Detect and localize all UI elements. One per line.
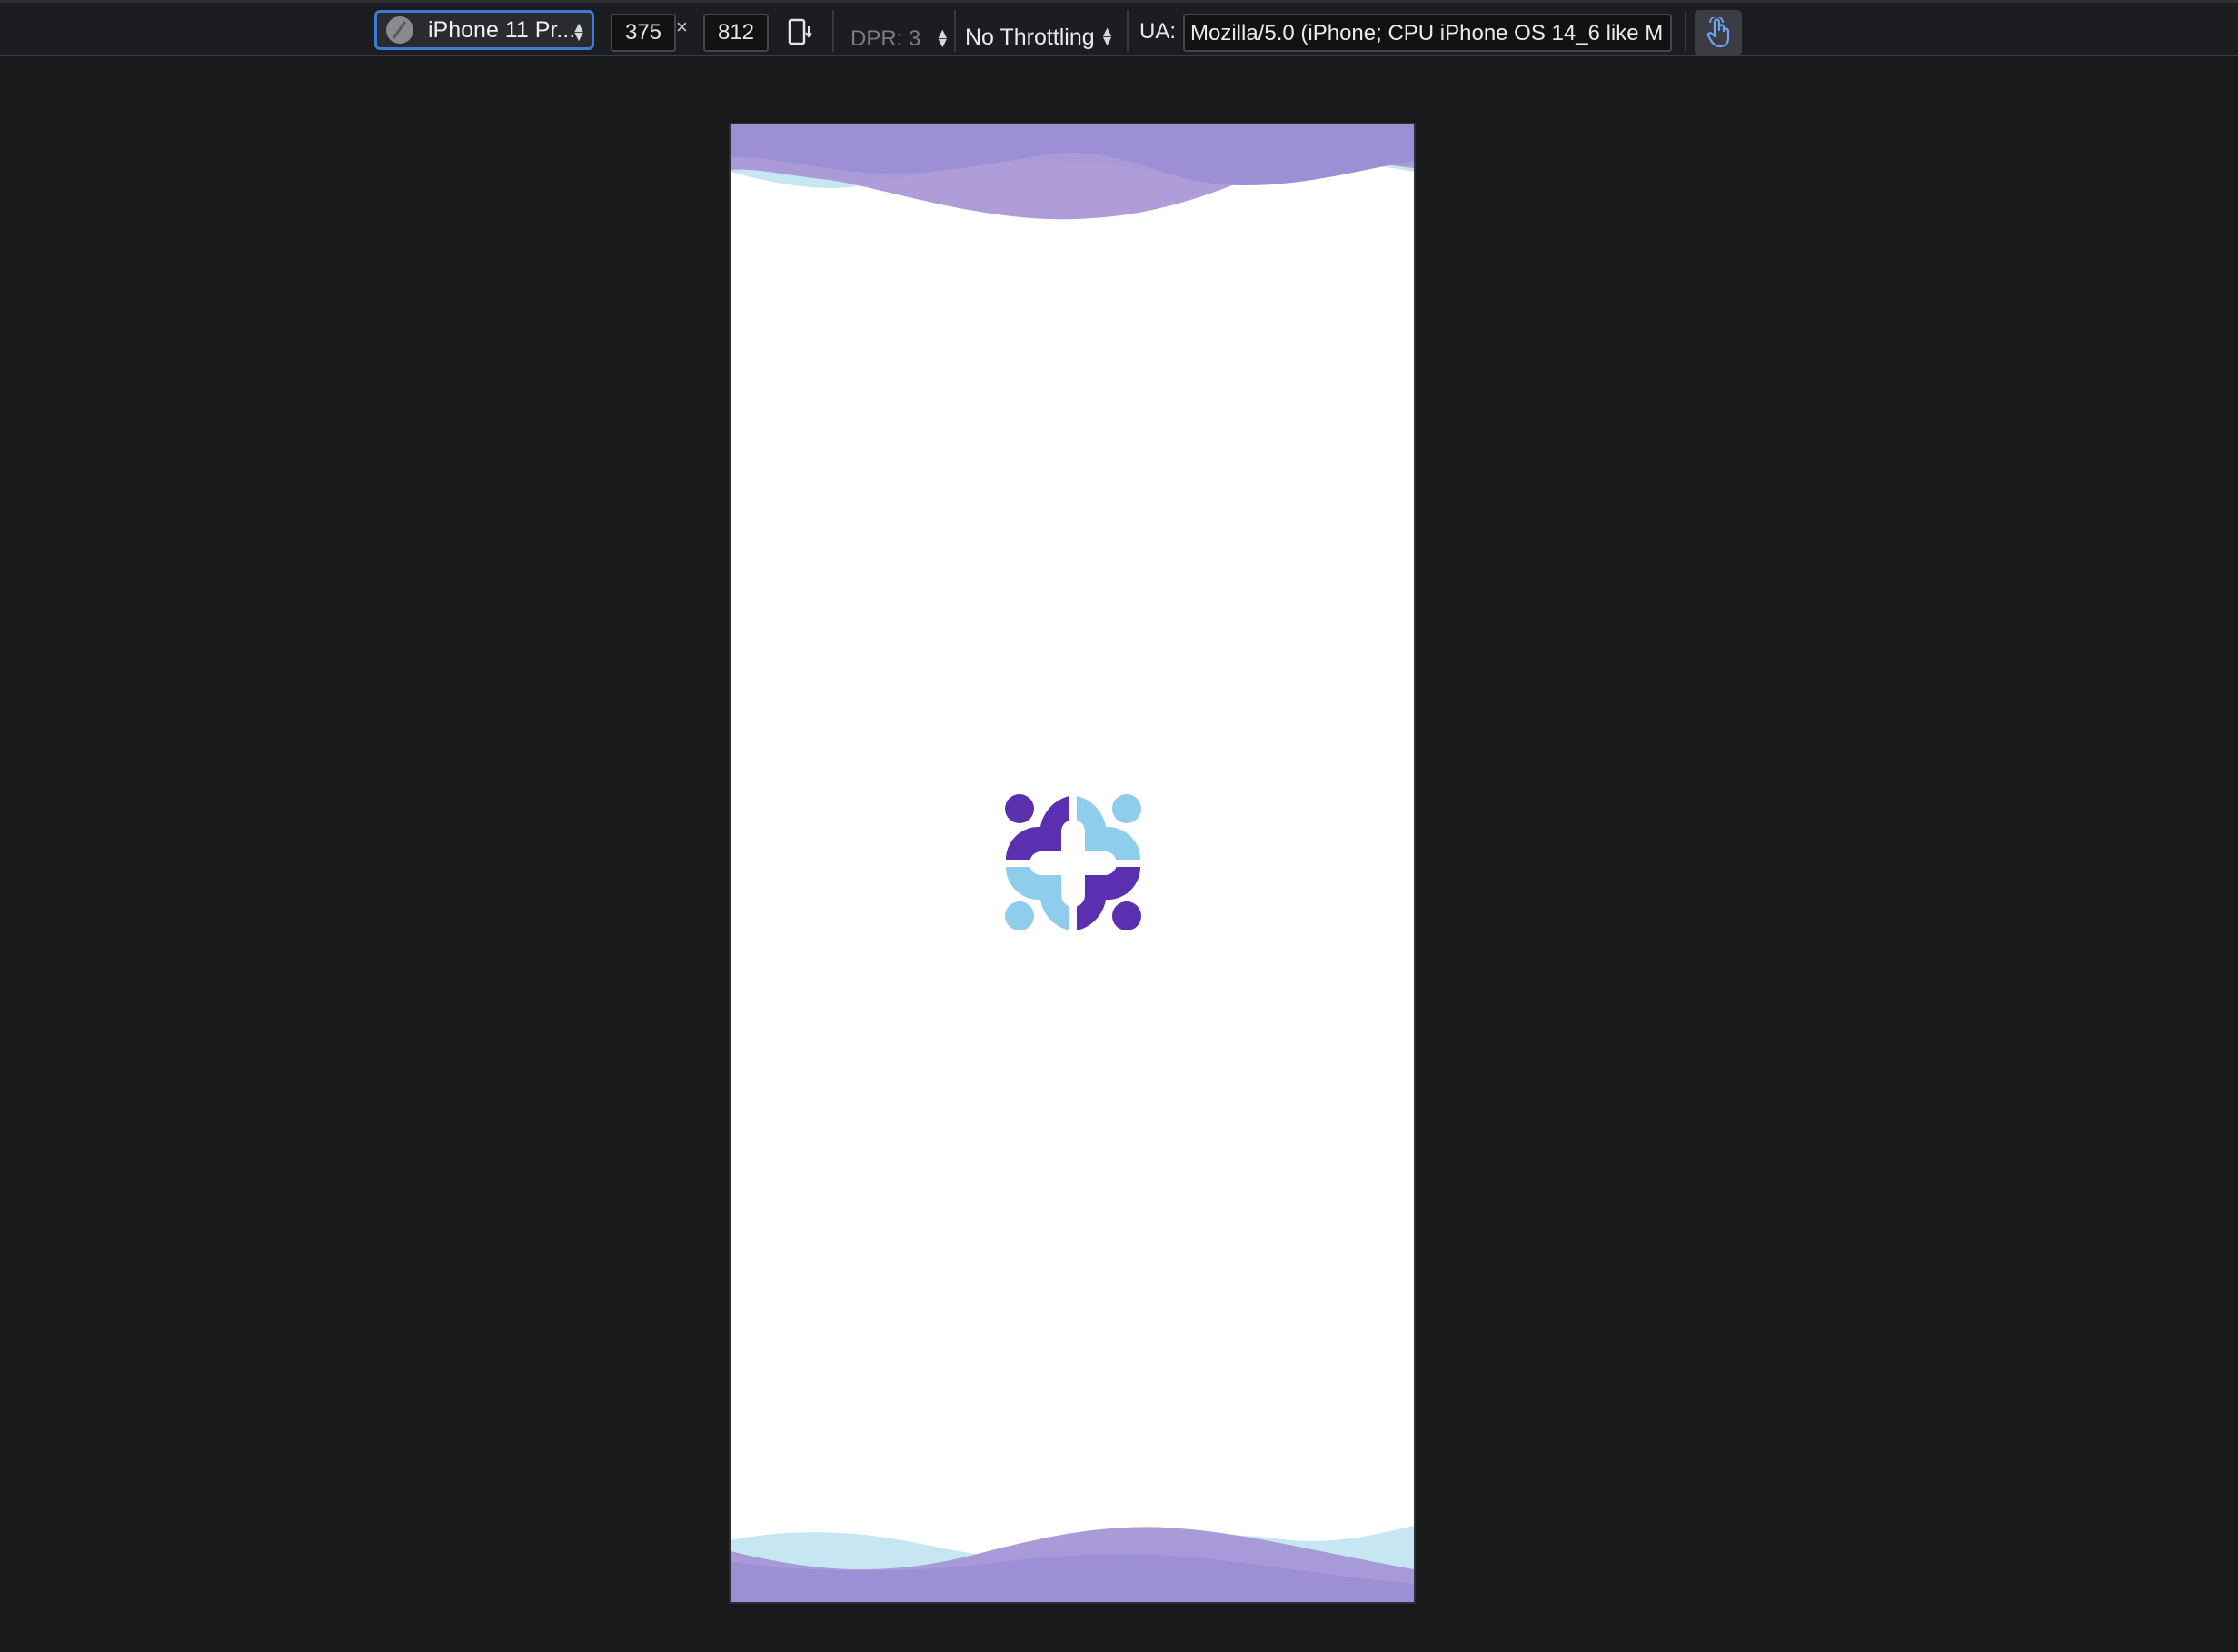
responsive-toolbar: iPhone 11 Pr... ▲ ▼ 375 × 812 DPR: 3 ▲ ▼ N… <box>0 0 2238 56</box>
rotate-device-icon <box>788 18 812 45</box>
updown-arrows-icon: ▲ ▼ <box>1099 25 1115 49</box>
toolbar-divider <box>1685 10 1686 52</box>
user-agent-input[interactable]: Mozilla/5.0 (iPhone; CPU iPhone OS 14_6 … <box>1183 14 1672 52</box>
height-input[interactable]: 812 <box>703 14 769 52</box>
logo-dot-top-right <box>1112 794 1141 823</box>
throttling-selector[interactable]: No Throttling ▲ ▼ <box>965 17 1115 57</box>
dpr-selector[interactable]: DPR: 3 ▲ ▼ <box>850 19 950 59</box>
ua-label: UA: <box>1139 19 1177 44</box>
logo-dot-bottom-left <box>1005 901 1034 930</box>
logo-dot-bottom-right <box>1112 901 1141 930</box>
touch-simulation-button[interactable] <box>1695 10 1742 55</box>
updown-arrows-icon: ▲ ▼ <box>572 20 586 45</box>
width-input[interactable]: 375 <box>611 14 676 52</box>
bottom-wave-decoration <box>731 1526 1414 1602</box>
rotate-device-button[interactable] <box>785 15 818 48</box>
toolbar-divider <box>954 10 956 52</box>
dimension-separator: × <box>676 15 688 38</box>
logo-cross-horizontal <box>1029 851 1117 875</box>
logo-dot-top-left <box>1005 794 1034 823</box>
updown-arrows-icon: ▲ ▼ <box>935 26 950 51</box>
top-wave-decoration <box>731 124 1414 220</box>
touch-simulation-icon <box>1706 17 1730 48</box>
device-label: iPhone 11 Pr... <box>428 16 576 43</box>
toolbar-divider <box>1127 10 1129 52</box>
device-selector[interactable]: iPhone 11 Pr... ▲ ▼ <box>374 10 594 50</box>
toolbar-divider <box>832 10 834 52</box>
medical-cross-logo <box>1005 794 1141 930</box>
globe-icon <box>386 16 413 44</box>
dpr-label: DPR: 3 <box>850 26 921 51</box>
throttling-label: No Throttling <box>965 24 1095 50</box>
